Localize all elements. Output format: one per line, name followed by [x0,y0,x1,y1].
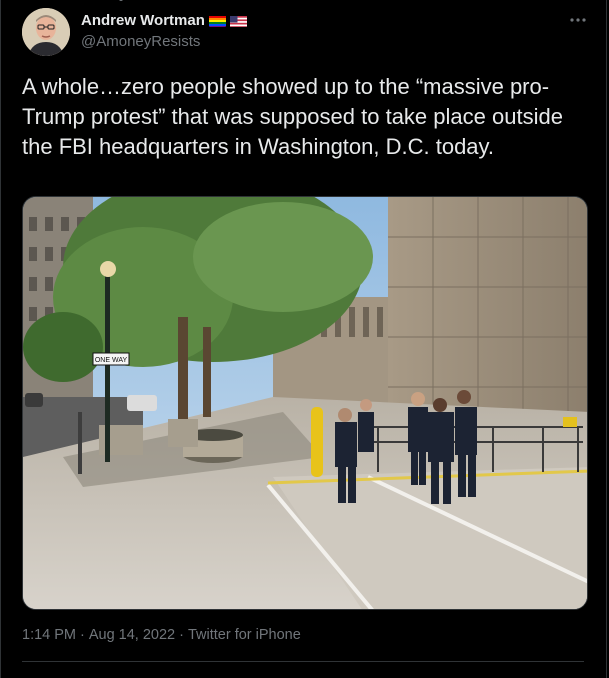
divider [22,661,584,662]
tweet-card[interactable]: Andrew Wortman @AmoneyResists A whole…ze… [0,0,607,678]
avatar[interactable] [22,8,70,56]
street-scene-photo: ONE WAY [23,197,587,609]
tweet-date[interactable]: Aug 14, 2022 [89,627,175,643]
author-name[interactable]: Andrew Wortman [81,12,205,29]
more-options-icon[interactable] [567,10,589,30]
one-way-sign-text: ONE WAY [95,357,128,364]
avatar-portrait-icon [22,8,70,56]
tweet-text: A whole…zero people showed up to the “ma… [22,74,570,159]
previous-tweet-edge [1,0,606,4]
meta-separator-2: · [179,627,184,643]
author-name-row: Andrew Wortman [81,12,247,29]
rainbow-flag-icon [208,15,226,27]
tweet-time[interactable]: 1:14 PM [22,627,76,643]
us-flag-icon [229,15,247,27]
author-handle[interactable]: @AmoneyResists [81,33,200,50]
tweet-source[interactable]: Twitter for iPhone [188,627,301,643]
meta-separator: · [80,627,85,643]
tweet-photo[interactable]: ONE WAY [22,196,588,610]
dot-icon [119,0,123,1]
tweet-metadata: 1:14 PM · Aug 14, 2022 · Twitter for iPh… [22,627,301,643]
